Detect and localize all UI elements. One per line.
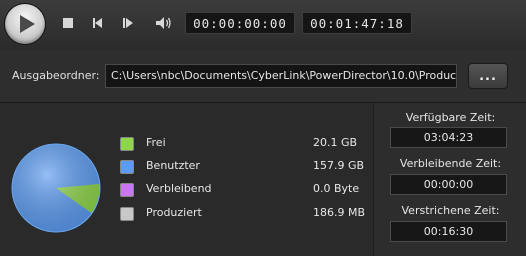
- time-info-panel: Verfügbare Zeit: 03:04:23 Verbleibende Z…: [373, 103, 526, 256]
- play-button[interactable]: [5, 4, 45, 44]
- output-folder-row: Ausgabeordner: C:\Users\nbc\Documents\Cy…: [0, 50, 526, 103]
- legend-label: Benutzter: [146, 159, 200, 172]
- legend-label: Produziert: [146, 206, 202, 219]
- legend-item-produced: Produziert 186.9 MB: [120, 206, 366, 221]
- stop-button[interactable]: [60, 15, 76, 31]
- transport-bar: 00:00:00:00 00:01:47:18: [0, 0, 526, 50]
- elapsed-time-label: Verstrichene Zeit:: [401, 204, 500, 217]
- next-frame-button[interactable]: [120, 15, 136, 31]
- legend-value: 157.9 GB: [313, 159, 365, 172]
- legend-item-free: Frei 20.1 GB: [120, 136, 365, 151]
- previous-frame-button[interactable]: [90, 15, 106, 31]
- current-timecode: 00:00:00:00: [185, 12, 295, 34]
- disk-usage-panel: Frei 20.1 GB Benutzter 157.9 GB Verbleib…: [0, 103, 373, 256]
- disk-usage-pie-chart: [11, 143, 101, 233]
- legend-item-remaining: Verbleibend 0.0 Byte: [120, 182, 365, 197]
- used-color-swatch: [120, 160, 134, 174]
- volume-icon: [156, 17, 171, 29]
- total-timecode: 00:01:47:18: [302, 12, 412, 34]
- legend-value: 186.9 MB: [313, 206, 366, 219]
- play-icon: [20, 15, 35, 33]
- legend-item-used: Benutzter 157.9 GB: [120, 159, 365, 174]
- stop-icon: [63, 18, 73, 28]
- legend-value: 0.0 Byte: [313, 182, 360, 195]
- legend-value: 20.1 GB: [313, 136, 358, 149]
- legend-label: Verbleibend: [146, 182, 212, 195]
- available-time-value: 03:04:23: [390, 127, 507, 148]
- volume-button[interactable]: [154, 15, 174, 31]
- free-color-swatch: [120, 137, 134, 151]
- output-folder-label: Ausgabeordner:: [12, 69, 100, 82]
- remaining-time-label: Verbleibende Zeit:: [399, 157, 502, 170]
- available-time-label: Verfügbare Zeit:: [405, 111, 496, 124]
- legend-label: Frei: [146, 136, 166, 149]
- output-folder-path-field[interactable]: C:\Users\nbc\Documents\CyberLink\PowerDi…: [105, 64, 457, 88]
- previous-frame-icon: [93, 18, 102, 28]
- elapsed-time-value: 00:16:30: [390, 221, 507, 242]
- next-frame-icon: [123, 18, 133, 28]
- remaining-color-swatch: [120, 183, 134, 197]
- browse-folder-button[interactable]: ...: [468, 63, 508, 89]
- produced-color-swatch: [120, 207, 134, 221]
- remaining-time-value: 00:00:00: [390, 174, 507, 195]
